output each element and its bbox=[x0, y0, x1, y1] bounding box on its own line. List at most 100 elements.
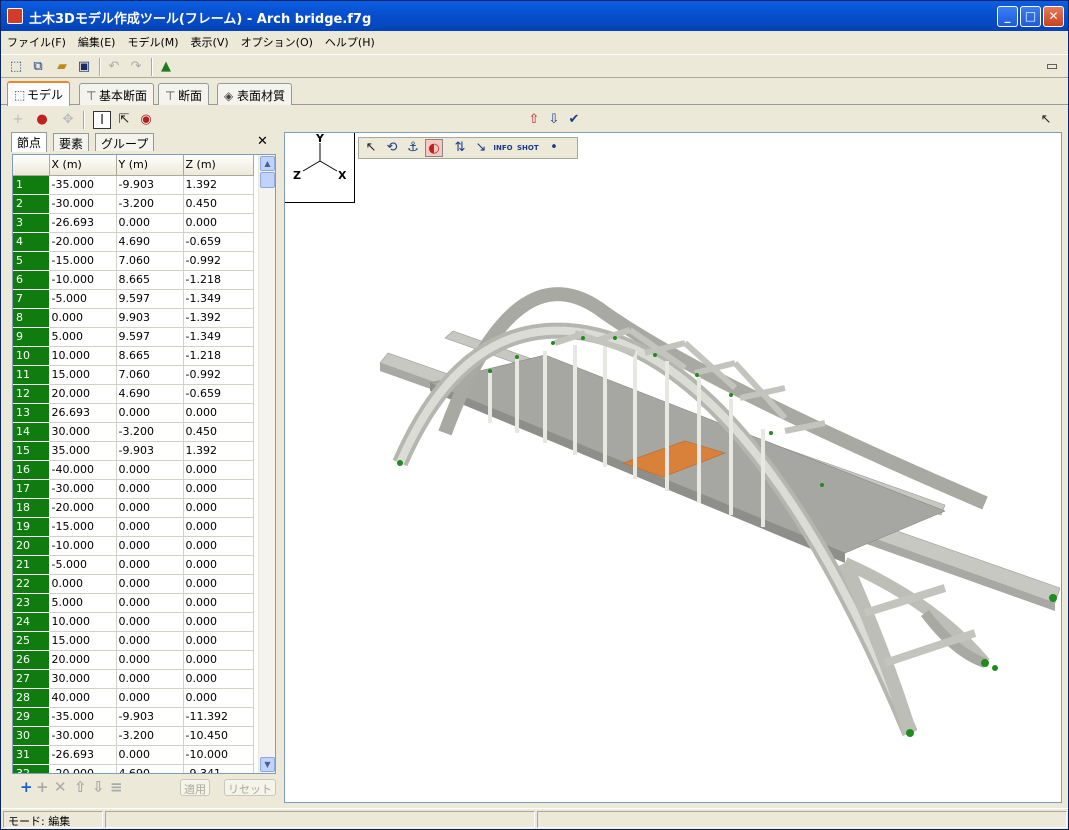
z-cell[interactable]: 0.000 bbox=[183, 631, 254, 651]
column-header-x[interactable]: X (m) bbox=[49, 155, 117, 176]
warning-check-icon[interactable]: ▲ bbox=[157, 58, 175, 76]
row-index-cell[interactable]: 13 bbox=[13, 403, 50, 423]
x-cell[interactable]: -35.000 bbox=[49, 707, 117, 727]
x-cell[interactable]: -30.000 bbox=[49, 726, 117, 746]
row-index-cell[interactable]: 17 bbox=[13, 479, 50, 499]
row-index-cell[interactable]: 16 bbox=[13, 460, 50, 480]
row-index-cell[interactable]: 6 bbox=[13, 270, 50, 290]
move-down-icon[interactable]: ⇩ bbox=[92, 778, 105, 796]
row-index-cell[interactable]: 9 bbox=[13, 327, 50, 347]
y-cell[interactable]: -9.903 bbox=[116, 175, 184, 195]
x-cell[interactable]: 20.000 bbox=[49, 650, 117, 670]
menu-model[interactable]: モデル(M) bbox=[121, 31, 184, 53]
table-row[interactable]: 12 20.000 4.690 -0.659 bbox=[13, 384, 254, 404]
table-row[interactable]: 31 -26.693 0.000 -10.000 bbox=[13, 745, 254, 765]
export-icon[interactable]: ⇩ bbox=[545, 111, 563, 129]
scroll-up-icon[interactable]: ▲ bbox=[260, 156, 275, 171]
table-row[interactable]: 29 -35.000 -9.903 -11.392 bbox=[13, 707, 254, 727]
row-index-cell[interactable]: 3 bbox=[13, 213, 50, 233]
scroll-thumb[interactable] bbox=[260, 172, 275, 188]
z-cell[interactable]: 0.000 bbox=[183, 612, 254, 632]
table-row[interactable]: 17 -30.000 0.000 0.000 bbox=[13, 479, 254, 499]
x-cell[interactable]: 40.000 bbox=[49, 688, 117, 708]
x-cell[interactable]: -5.000 bbox=[49, 289, 117, 309]
column-header-index[interactable] bbox=[13, 155, 50, 176]
undo-icon[interactable]: ↶ bbox=[105, 58, 123, 76]
insert-row-icon[interactable]: + bbox=[36, 778, 49, 796]
move-up-icon[interactable]: ⇧ bbox=[74, 778, 87, 796]
delete-row-icon[interactable]: ✕ bbox=[54, 778, 67, 796]
x-cell[interactable]: 15.000 bbox=[49, 631, 117, 651]
3d-viewport[interactable]: Y Z X ↖ ⟲ ⚓ ◐ ⇅ ↘ INFO SHOT • bbox=[284, 132, 1062, 803]
table-row[interactable]: 22 0.000 0.000 0.000 bbox=[13, 574, 254, 594]
y-cell[interactable]: 0.000 bbox=[116, 669, 184, 689]
table-row[interactable]: 26 20.000 0.000 0.000 bbox=[13, 650, 254, 670]
y-cell[interactable]: 0.000 bbox=[116, 517, 184, 537]
table-row[interactable]: 14 30.000 -3.200 0.450 bbox=[13, 422, 254, 442]
z-cell[interactable]: -0.992 bbox=[183, 365, 254, 385]
row-index-cell[interactable]: 10 bbox=[13, 346, 50, 366]
y-cell[interactable]: 0.000 bbox=[116, 479, 184, 499]
close-icon[interactable]: ✕ bbox=[257, 134, 268, 149]
y-cell[interactable]: 0.000 bbox=[116, 745, 184, 765]
row-index-cell[interactable]: 24 bbox=[13, 612, 50, 632]
column-header-y[interactable]: Y (m) bbox=[116, 155, 184, 176]
table-row[interactable]: 10 10.000 8.665 -1.218 bbox=[13, 346, 254, 366]
table-row[interactable]: 15 35.000 -9.903 1.392 bbox=[13, 441, 254, 461]
tab-groups[interactable]: グループ bbox=[95, 133, 155, 151]
table-row[interactable]: 27 30.000 0.000 0.000 bbox=[13, 669, 254, 689]
x-cell[interactable]: -26.693 bbox=[49, 213, 117, 233]
x-cell[interactable]: 5.000 bbox=[49, 593, 117, 613]
table-row[interactable]: 1 -35.000 -9.903 1.392 bbox=[13, 175, 254, 195]
y-cell[interactable]: 0.000 bbox=[116, 688, 184, 708]
minimize-button[interactable]: _ bbox=[997, 6, 1018, 27]
table-row[interactable]: 21 -5.000 0.000 0.000 bbox=[13, 555, 254, 575]
z-cell[interactable]: -1.349 bbox=[183, 289, 254, 309]
y-cell[interactable]: -3.200 bbox=[116, 422, 184, 442]
table-row[interactable]: 2 -30.000 -3.200 0.450 bbox=[13, 194, 254, 214]
table-row[interactable]: 6 -10.000 8.665 -1.218 bbox=[13, 270, 254, 290]
z-cell[interactable]: 0.000 bbox=[183, 555, 254, 575]
z-cell[interactable]: -10.000 bbox=[183, 745, 254, 765]
title-bar[interactable]: 土木3Dモデル作成ツール(フレーム) - Arch bridge.f7g _ □… bbox=[1, 1, 1068, 31]
menu-help[interactable]: ヘルプ(H) bbox=[319, 31, 381, 53]
row-index-cell[interactable]: 28 bbox=[13, 688, 50, 708]
node-table[interactable]: X (m) Y (m) Z (m) 1 -35.000 -9.903 1.392 2 -3… bbox=[12, 154, 276, 774]
table-row[interactable]: 20 -10.000 0.000 0.000 bbox=[13, 536, 254, 556]
row-index-cell[interactable]: 19 bbox=[13, 517, 50, 537]
table-row[interactable]: 25 15.000 0.000 0.000 bbox=[13, 631, 254, 651]
material-sphere-icon[interactable]: ◉ bbox=[137, 111, 155, 129]
table-row[interactable]: 8 0.000 9.903 -1.392 bbox=[13, 308, 254, 328]
maximize-button[interactable]: □ bbox=[1020, 6, 1041, 27]
z-cell[interactable]: -9.341 bbox=[183, 764, 254, 773]
x-cell[interactable]: 0.000 bbox=[49, 308, 117, 328]
scroll-down-icon[interactable]: ▼ bbox=[260, 757, 275, 772]
table-row[interactable]: 32 -20.000 4.690 -9.341 bbox=[13, 764, 254, 773]
menu-edit[interactable]: 編集(E) bbox=[72, 31, 122, 53]
y-cell[interactable]: 0.000 bbox=[116, 403, 184, 423]
x-cell[interactable]: -20.000 bbox=[49, 232, 117, 252]
table-row[interactable]: 19 -15.000 0.000 0.000 bbox=[13, 517, 254, 537]
x-cell[interactable]: 26.693 bbox=[49, 403, 117, 423]
z-cell[interactable]: 1.392 bbox=[183, 441, 254, 461]
z-cell[interactable]: -1.218 bbox=[183, 270, 254, 290]
menu-view[interactable]: 表示(V) bbox=[185, 31, 235, 53]
z-cell[interactable]: -0.659 bbox=[183, 232, 254, 252]
x-cell[interactable]: 20.000 bbox=[49, 384, 117, 404]
table-row[interactable]: 13 26.693 0.000 0.000 bbox=[13, 403, 254, 423]
x-cell[interactable]: -30.000 bbox=[49, 194, 117, 214]
z-cell[interactable]: 0.450 bbox=[183, 194, 254, 214]
y-cell[interactable]: 9.597 bbox=[116, 327, 184, 347]
x-cell[interactable]: 5.000 bbox=[49, 327, 117, 347]
pointer-pin-icon[interactable]: ↖ bbox=[1037, 111, 1055, 129]
z-cell[interactable]: -1.218 bbox=[183, 346, 254, 366]
x-cell[interactable]: -20.000 bbox=[49, 498, 117, 518]
i-beam-icon[interactable]: I bbox=[93, 111, 111, 129]
y-cell[interactable]: 4.690 bbox=[116, 764, 184, 773]
z-cell[interactable]: -0.992 bbox=[183, 251, 254, 271]
delete-node-icon[interactable]: ● bbox=[33, 111, 51, 129]
row-index-cell[interactable]: 11 bbox=[13, 365, 50, 385]
y-cell[interactable]: 0.000 bbox=[116, 460, 184, 480]
y-cell[interactable]: 9.597 bbox=[116, 289, 184, 309]
row-index-cell[interactable]: 30 bbox=[13, 726, 50, 746]
